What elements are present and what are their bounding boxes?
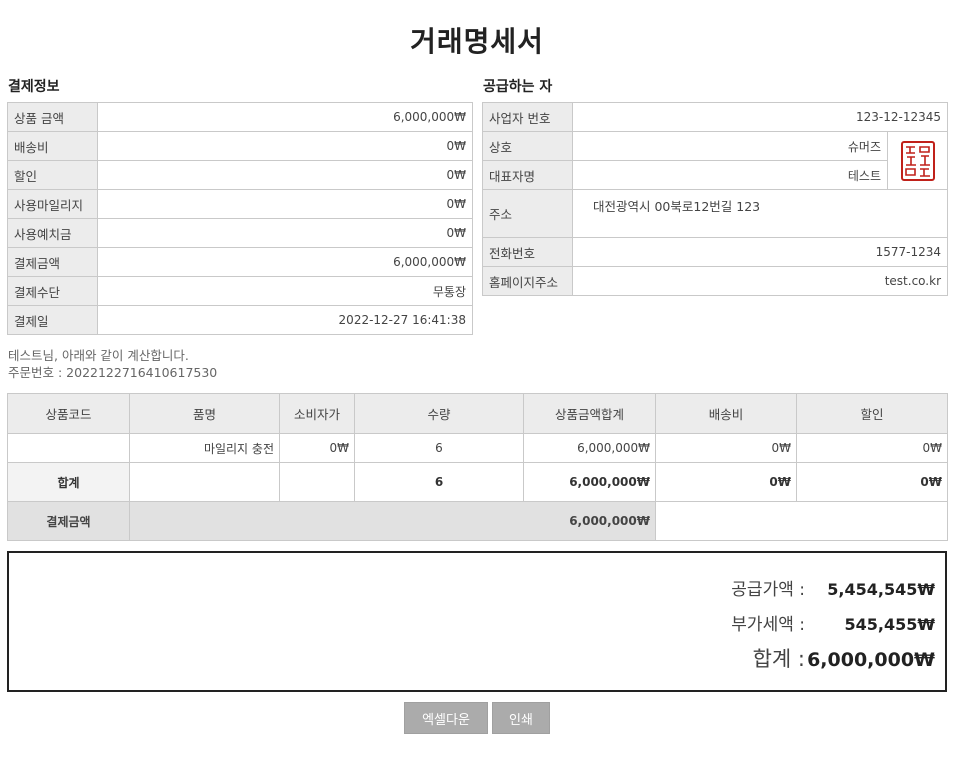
supplier-value: 슈머즈 [572,131,888,161]
total-amount-label: 합계 : [752,647,805,671]
payment-label: 사용예치금 [7,218,98,248]
supplier-row-ceo: 대표자명 테스트 [482,160,948,190]
supplier-value: 1577-1234 [571,237,949,267]
company-seal-stamp [899,139,937,183]
sum-empty-name [129,462,280,502]
cell-price: 0₩ [279,433,355,463]
supplier-label: 주소 [482,189,573,238]
supplier-value: test.co.kr [571,266,949,296]
payment-section-title: 결제정보 [8,79,60,95]
payment-label: 상품 금액 [7,102,98,132]
totals-box: 공급가액 : 5,454,545₩ 부가세액 : 545,455₩ 합계 : 6… [7,551,947,692]
col-header-qty: 수량 [354,393,524,434]
payment-row-shipping: 배송비 0₩ [7,131,473,161]
supplier-row-biz-no: 사업자 번호 123-12-12345 [482,102,949,132]
excel-download-button[interactable]: 엑셀다운 [404,702,488,734]
payment-value: 6,000,000₩ [97,247,473,277]
supplier-row-homepage: 홈페이지주소 test.co.kr [482,266,949,296]
supplier-address-value: 대전광역시 00북로12번길 123 [571,189,949,238]
payment-row-deposit: 사용예치금 0₩ [7,218,473,248]
col-header-price: 소비자가 [279,393,355,434]
table-row: 마일리지 충전 0₩ 6 6,000,000₩ 0₩ 0₩ [7,433,948,463]
supplier-label: 사업자 번호 [482,102,573,132]
print-button[interactable]: 인쇄 [492,702,550,734]
supplier-row-phone: 전화번호 1577-1234 [482,237,949,267]
payment-label: 할인 [7,160,98,190]
col-header-discount: 할인 [796,393,948,434]
total-amount-row: 합계 : 6,000,000₩ [735,643,935,673]
col-header-shipping: 배송비 [655,393,797,434]
payment-row-mileage: 사용마일리지 0₩ [7,189,473,219]
supplier-label: 상호 [482,131,573,161]
pay-empty [655,501,948,541]
payment-value: 0₩ [97,189,473,219]
supplier-value: 테스트 [572,160,888,190]
supply-amount-label: 공급가액 : [731,580,805,600]
vat-amount-value: 545,455₩ [844,615,935,634]
supplier-section-title: 공급하는 자 [483,79,553,95]
payment-row-method: 결제수단 무통장 [7,276,473,306]
supplier-value: 123-12-12345 [571,102,949,132]
cell-name: 마일리지 충전 [129,433,280,463]
payment-label: 배송비 [7,131,98,161]
sum-empty-price [279,462,355,502]
col-header-subtotal: 상품금액합계 [523,393,656,434]
payment-value: 무통장 [97,276,473,306]
payment-info-table: 상품 금액 6,000,000₩ 배송비 0₩ 할인 0₩ 사용마일리지 0₩ … [7,102,473,335]
payment-row-paid-amount: 결제금액 6,000,000₩ [7,247,473,277]
supplier-info-table: 사업자 번호 123-12-12345 상호 슈머즈 대표자명 테스트 주소 대… [482,102,949,296]
pay-row: 결제금액 6,000,000₩ [7,501,948,541]
payment-label: 결제일 [7,305,98,335]
items-header-row: 상품코드 품명 소비자가 수량 상품금액합계 배송비 할인 [7,393,948,434]
seal-cell [886,131,949,190]
payment-value: 0₩ [97,131,473,161]
cell-shipping: 0₩ [655,433,797,463]
cell-code [7,433,130,463]
vat-amount-label: 부가세액 : [731,615,805,635]
order-number: 주문번호 : 2022122716410617530 [8,365,218,380]
seal-graphic [904,145,930,177]
seal-icon [900,140,935,181]
sum-row: 합계 6 6,000,000₩ 0₩ 0₩ [7,462,948,502]
supplier-row-company: 상호 슈머즈 [482,131,949,190]
supplier-label: 홈페이지주소 [482,266,573,296]
supplier-label: 대표자명 [482,160,573,190]
total-amount-value: 6,000,000₩ [807,649,935,671]
payment-value: 0₩ [97,218,473,248]
sum-qty: 6 [354,462,524,502]
vat-amount-row: 부가세액 : 545,455₩ [715,610,935,635]
payment-label: 결제수단 [7,276,98,306]
supply-amount-value: 5,454,545₩ [827,580,935,599]
supply-amount-row: 공급가액 : 5,454,545₩ [715,575,935,600]
payment-value: 2022-12-27 16:41:38 [97,305,473,335]
col-header-code: 상품코드 [7,393,130,434]
supplier-label: 전화번호 [482,237,573,267]
payment-label: 사용마일리지 [7,189,98,219]
sum-subtotal: 6,000,000₩ [523,462,656,502]
greeting-block: 테스트님, 아래와 같이 계산합니다. 주문번호 : 2022122716410… [8,347,217,381]
pay-label: 결제금액 [7,501,130,541]
page-title: 거래명세서 [410,25,544,58]
cell-subtotal: 6,000,000₩ [523,433,656,463]
payment-row-product-amount: 상품 금액 6,000,000₩ [7,102,473,132]
payment-value: 6,000,000₩ [97,102,473,132]
cell-qty: 6 [354,433,524,463]
cell-discount: 0₩ [796,433,948,463]
payment-row-discount: 할인 0₩ [7,160,473,190]
items-table: 상품코드 품명 소비자가 수량 상품금액합계 배송비 할인 마일리지 충전 0₩… [7,393,948,541]
pay-amount: 6,000,000₩ [129,501,656,541]
col-header-name: 품명 [129,393,280,434]
sum-discount: 0₩ [796,462,948,502]
greeting-line: 테스트님, 아래와 같이 계산합니다. [8,348,189,363]
payment-label: 결제금액 [7,247,98,277]
payment-value: 0₩ [97,160,473,190]
sum-shipping: 0₩ [655,462,797,502]
payment-row-date: 결제일 2022-12-27 16:41:38 [7,305,473,335]
sum-label: 합계 [7,462,130,502]
supplier-row-address: 주소 대전광역시 00북로12번길 123 [482,189,949,238]
